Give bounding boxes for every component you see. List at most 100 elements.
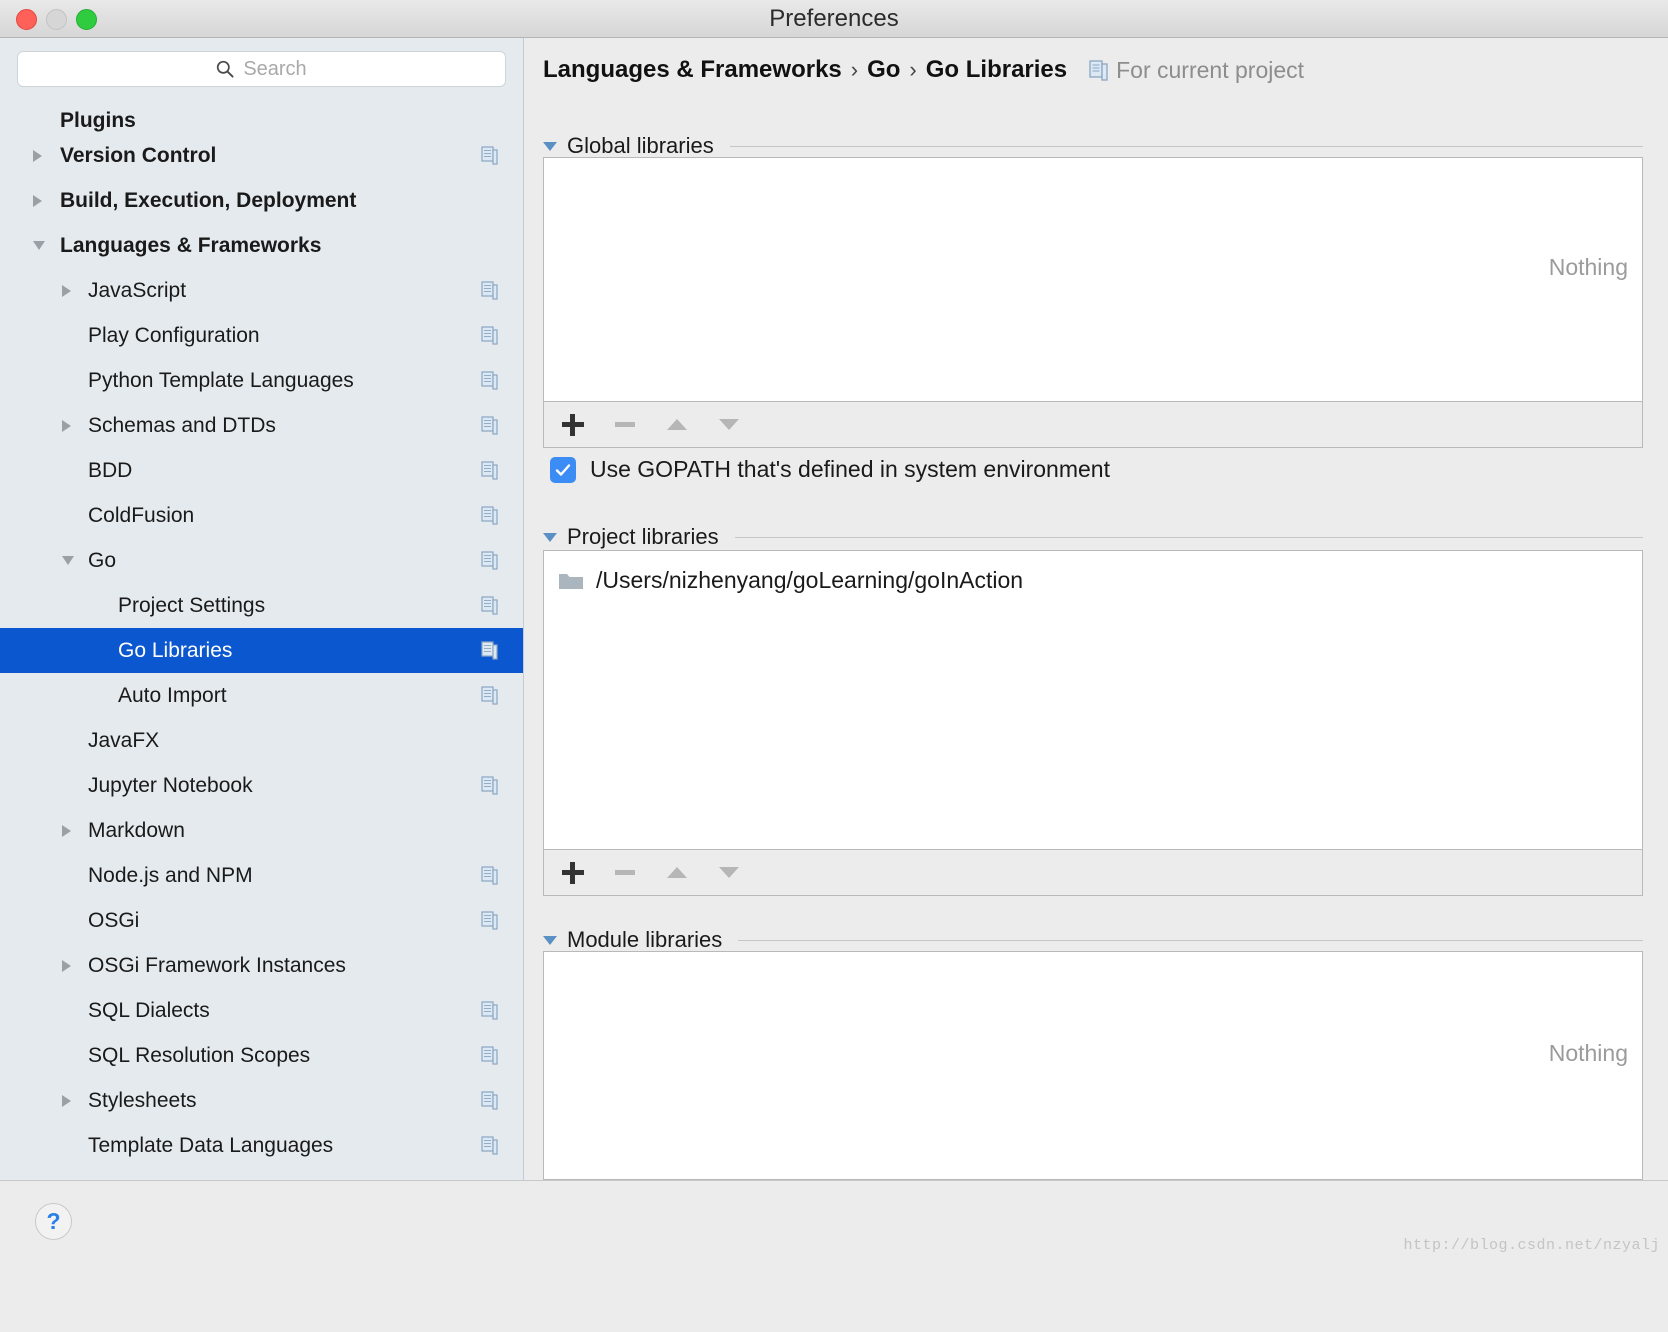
chevron-right-icon[interactable] (62, 1094, 71, 1107)
folder-icon (559, 573, 583, 589)
project-move-up-button (664, 860, 690, 886)
gopath-checkbox-row[interactable]: Use GOPATH that's defined in system envi… (550, 456, 1110, 483)
sidebar-item-sql-dialects[interactable]: SQL Dialects (0, 988, 523, 1033)
sidebar-item-play-configuration[interactable]: Play Configuration (0, 313, 523, 358)
sidebar-item-markdown[interactable]: Markdown (0, 808, 523, 853)
sidebar-item-label: Go (88, 548, 117, 572)
sidebar-item-bdd[interactable]: BDD (0, 448, 523, 493)
chevron-right-icon[interactable] (33, 149, 42, 162)
chevron-down-icon[interactable] (62, 556, 74, 565)
project-libraries-header[interactable]: Project libraries (543, 524, 1643, 550)
copy-icon (481, 506, 498, 525)
project-add-button[interactable] (560, 860, 586, 886)
section-divider (729, 145, 1643, 147)
list-item[interactable]: /Users/nizhenyang/goLearning/goInAction (558, 567, 1023, 594)
copy-icon (481, 146, 498, 165)
chevron-down-icon (543, 532, 557, 542)
sidebar-item-python-template-languages[interactable]: Python Template Languages (0, 358, 523, 403)
sidebar-item-label: OSGi Framework Instances (88, 953, 346, 977)
sidebar-item-jupyter-notebook[interactable]: Jupyter Notebook (0, 763, 523, 808)
help-button[interactable]: ? (35, 1203, 72, 1240)
scope-note: For current project (1089, 57, 1304, 84)
sidebar-item-label: Jupyter Notebook (88, 773, 253, 797)
section-divider (734, 536, 1643, 538)
chevron-down-icon[interactable] (33, 241, 45, 250)
sidebar-item-label: Build, Execution, Deployment (60, 188, 357, 212)
sidebar-item-javascript[interactable]: JavaScript (0, 268, 523, 313)
triangle-up-icon (667, 419, 687, 430)
gopath-checkbox[interactable] (550, 456, 576, 483)
sidebar-item-label: Schemas and DTDs (88, 413, 276, 437)
sidebar-item-label: JavaScript (88, 278, 187, 302)
search-area: Search (0, 38, 523, 87)
sidebar-item-auto-import[interactable]: Auto Import (0, 673, 523, 718)
sidebar-item-node-js-and-npm[interactable]: Node.js and NPM (0, 853, 523, 898)
scope-note-label: For current project (1116, 56, 1305, 83)
sidebar-item-schemas-and-dtds[interactable]: Schemas and DTDs (0, 403, 523, 448)
section-divider (738, 939, 1643, 941)
copy-icon (481, 686, 498, 705)
check-icon (555, 463, 571, 476)
sidebar-item-label: BDD (88, 458, 133, 482)
copy-icon (481, 1001, 498, 1020)
sidebar-item-label: Python Template Languages (88, 368, 354, 392)
sidebar-item-build-execution-deployment[interactable]: Build, Execution, Deployment (0, 178, 523, 223)
sidebar-item-javafx[interactable]: JavaFX (0, 718, 523, 763)
copy-icon (481, 1136, 498, 1155)
search-input[interactable]: Search (17, 51, 506, 87)
chevron-right-icon[interactable] (62, 284, 71, 297)
window-title: Preferences (769, 5, 899, 32)
chevron-right-icon[interactable] (62, 959, 71, 972)
chevron-down-icon (543, 935, 557, 945)
search-icon (217, 60, 234, 78)
copy-icon (481, 461, 498, 480)
module-libraries-header[interactable]: Module libraries (543, 927, 1643, 953)
module-libraries-list[interactable]: Nothing (543, 951, 1643, 1180)
module-libraries-title: Module libraries (567, 927, 723, 952)
chevron-right-icon[interactable] (62, 824, 71, 837)
copy-icon (481, 1046, 498, 1065)
global-libraries-header[interactable]: Global libraries (543, 133, 1643, 159)
sidebar-item-languages-frameworks[interactable]: Languages & Frameworks (0, 223, 523, 268)
sidebar-item-osgi-framework-instances[interactable]: OSGi Framework Instances (0, 943, 523, 988)
sidebar-item-label: Play Configuration (88, 323, 260, 347)
sidebar-item-template-data-languages[interactable]: Template Data Languages (0, 1123, 523, 1168)
sidebar-item-go-libraries[interactable]: Go Libraries (0, 628, 523, 673)
global-libraries-title: Global libraries (567, 133, 714, 158)
sidebar-item-plugins[interactable]: Plugins (0, 95, 523, 133)
plus-icon (562, 413, 584, 436)
project-libraries-list[interactable]: /Users/nizhenyang/goLearning/goInAction (543, 550, 1643, 850)
settings-tree: Plugins Version Control Build, Execution, … (0, 95, 523, 1168)
search-placeholder: Search (243, 57, 307, 80)
sidebar-item-label: Plugins (60, 109, 136, 132)
triangle-down-icon (719, 867, 739, 878)
copy-icon (481, 551, 498, 570)
project-libraries-title: Project libraries (567, 524, 719, 549)
sidebar-item-coldfusion[interactable]: ColdFusion (0, 493, 523, 538)
breadcrumb-part-1[interactable]: Go (867, 56, 900, 84)
copy-icon (481, 371, 498, 390)
breadcrumb-part-0[interactable]: Languages & Frameworks (543, 56, 842, 84)
sidebar-item-stylesheets[interactable]: Stylesheets (0, 1078, 523, 1123)
chevron-right-icon[interactable] (62, 419, 71, 432)
sidebar-item-version-control[interactable]: Version Control (0, 133, 523, 178)
copy-icon (481, 596, 498, 615)
chevron-right-icon[interactable] (33, 194, 42, 207)
global-libraries-list[interactable]: Nothing (543, 157, 1643, 402)
sidebar-item-go[interactable]: Go (0, 538, 523, 583)
settings-sidebar: Search Plugins Version Control Build, Exec… (0, 38, 524, 1180)
chevron-down-icon (543, 141, 557, 151)
sidebar-item-project-settings[interactable]: Project Settings (0, 583, 523, 628)
project-remove-button (612, 860, 638, 886)
copy-icon (481, 641, 498, 660)
plus-icon (562, 861, 584, 884)
global-remove-button (612, 412, 638, 438)
sidebar-item-sql-resolution-scopes[interactable]: SQL Resolution Scopes (0, 1033, 523, 1078)
global-libraries-toolbar (543, 402, 1643, 448)
copy-icon (481, 1091, 498, 1110)
sidebar-item-label: Go Libraries (118, 638, 233, 662)
preferences-window: Preferences Search Plugins Version Contro… (0, 0, 1668, 1332)
title-bar: Preferences (0, 0, 1668, 38)
global-add-button[interactable] (560, 412, 586, 438)
sidebar-item-osgi[interactable]: OSGi (0, 898, 523, 943)
